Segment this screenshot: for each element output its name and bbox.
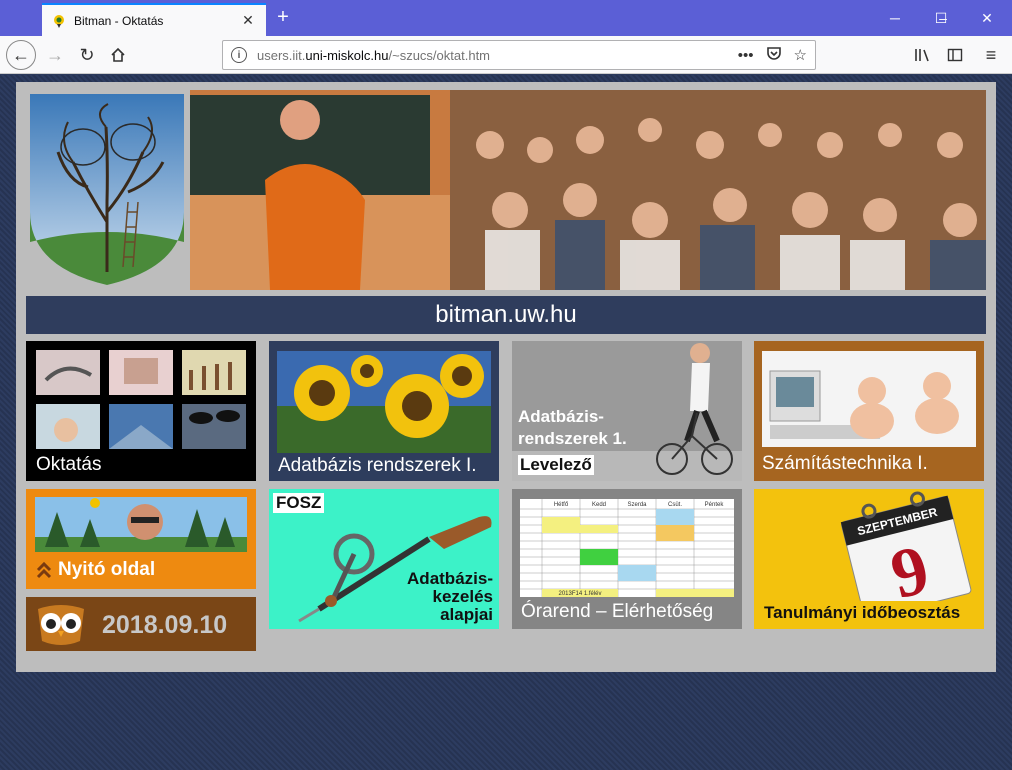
tile-oktatas[interactable]: Oktatás [26, 341, 256, 481]
back-arrow-icon[interactable]: ← [6, 40, 36, 70]
tile-tanulmanyi-idobeosztas[interactable]: SZEPTEMBER 9 Tanulmányi időbeosztás [754, 489, 984, 629]
timetable-footer: 2013F14 1.félév [558, 591, 601, 597]
double-chevron-up-icon [36, 561, 52, 579]
timetable-header-5: Péntek [705, 502, 725, 508]
tile-levelezo-badge: Levelező [518, 455, 594, 475]
page-actions-icon[interactable]: ••• [738, 47, 754, 64]
tile-orarend-label: Órarend – Elérhetőség [521, 601, 714, 622]
tile-fosz-line2: kezelés [432, 587, 494, 606]
babies-computer-image [762, 351, 976, 447]
timetable-header-3: Szerda [627, 502, 647, 508]
window-titlebar: Bitman - Oktatás ✕ + – [0, 0, 1012, 36]
tile-adatbazis-label: Adatbázis rendszerek I. [278, 455, 477, 476]
site-info-icon[interactable]: i [231, 47, 247, 63]
tile-date-label: 2018.09.10 [102, 611, 228, 639]
sidebar-icon[interactable] [940, 40, 970, 70]
tile-tanulmanyi-label: Tanulmányi időbeosztás [764, 603, 961, 622]
tile-orarend[interactable]: Hétfő Kedd Szerda Csüt. Péntek 2013F14 1… [512, 489, 742, 629]
bookmark-star-icon[interactable]: ☆ [794, 46, 807, 64]
bitman-favicon-icon [54, 14, 64, 28]
owl-icon [38, 605, 84, 645]
tile-levelezo-line1: Adatbázis- [518, 407, 604, 426]
maximize-button[interactable]: ☐ [918, 0, 964, 36]
site-title-bar[interactable]: bitman.uw.hu [26, 296, 986, 334]
site-title: bitman.uw.hu [435, 301, 577, 328]
close-window-button[interactable]: ✕ [964, 0, 1010, 36]
university-shield-logo [30, 94, 184, 285]
timetable-header-1: Hétfő [554, 502, 569, 508]
oktatas-thumbnails-image [36, 350, 246, 449]
tile-szamtech-label: Számítástechnika I. [762, 453, 928, 474]
forward-arrow-icon[interactable]: → [40, 40, 70, 70]
reload-icon[interactable]: ↻ [72, 40, 102, 70]
tab-close-icon[interactable]: ✕ [240, 12, 256, 29]
library-icon[interactable] [908, 40, 938, 70]
menu-hamburger-icon[interactable]: ≡ [976, 40, 1006, 70]
tab-title: Bitman - Oktatás [74, 13, 164, 28]
tile-date[interactable]: 2018.09.10 [26, 597, 256, 651]
home-landscape-image [35, 497, 247, 552]
tile-oktatas-label: Oktatás [36, 454, 102, 475]
timetable-header-4: Csüt. [668, 502, 682, 508]
tile-fosz-line1: Adatbázis- [407, 569, 493, 588]
tile-adatbazis-rendszerek[interactable]: Adatbázis rendszerek I. [269, 341, 499, 481]
tile-levelezo[interactable]: Adatbázis- rendszerek 1. Levelező [512, 341, 742, 481]
sunflowers-image [277, 351, 491, 453]
tile-levelezo-line2: rendszerek 1. [518, 429, 627, 448]
home-icon[interactable] [103, 40, 133, 70]
minimize-button[interactable]: ─ [872, 0, 918, 36]
pocket-icon[interactable] [766, 45, 782, 65]
address-bar[interactable]: i users.iit.uni-miskolc.hu/~szucs/oktat.… [222, 40, 816, 70]
navigation-toolbar: ← → ↻ i users.iit.uni-miskolc.hu/~szucs/… [0, 36, 1012, 74]
tile-fosz[interactable]: FOSZ Adatbázis- kezelés alapjai [269, 489, 499, 629]
timetable-image: Hétfő Kedd Szerda Csüt. Péntek 2013F14 1… [520, 499, 734, 597]
url-text: users.iit.uni-miskolc.hu/~szucs/oktat.ht… [257, 47, 491, 63]
new-tab-icon[interactable]: + [270, 6, 296, 30]
calendar-icon: SZEPTEMBER 9 [840, 491, 972, 601]
browser-tab[interactable]: Bitman - Oktatás ✕ [42, 3, 266, 36]
tile-fosz-badge: FOSZ [273, 493, 325, 513]
tile-nyito-oldal[interactable]: Nyitó oldal [26, 489, 256, 589]
tile-szamitastechnika[interactable]: Számítástechnika I. [754, 341, 984, 481]
timetable-header-2: Kedd [592, 502, 606, 508]
tile-fosz-line3: alapjai [440, 605, 493, 624]
tile-nyito-label: Nyitó oldal [58, 559, 156, 580]
lecture-banner-photo [190, 90, 986, 290]
